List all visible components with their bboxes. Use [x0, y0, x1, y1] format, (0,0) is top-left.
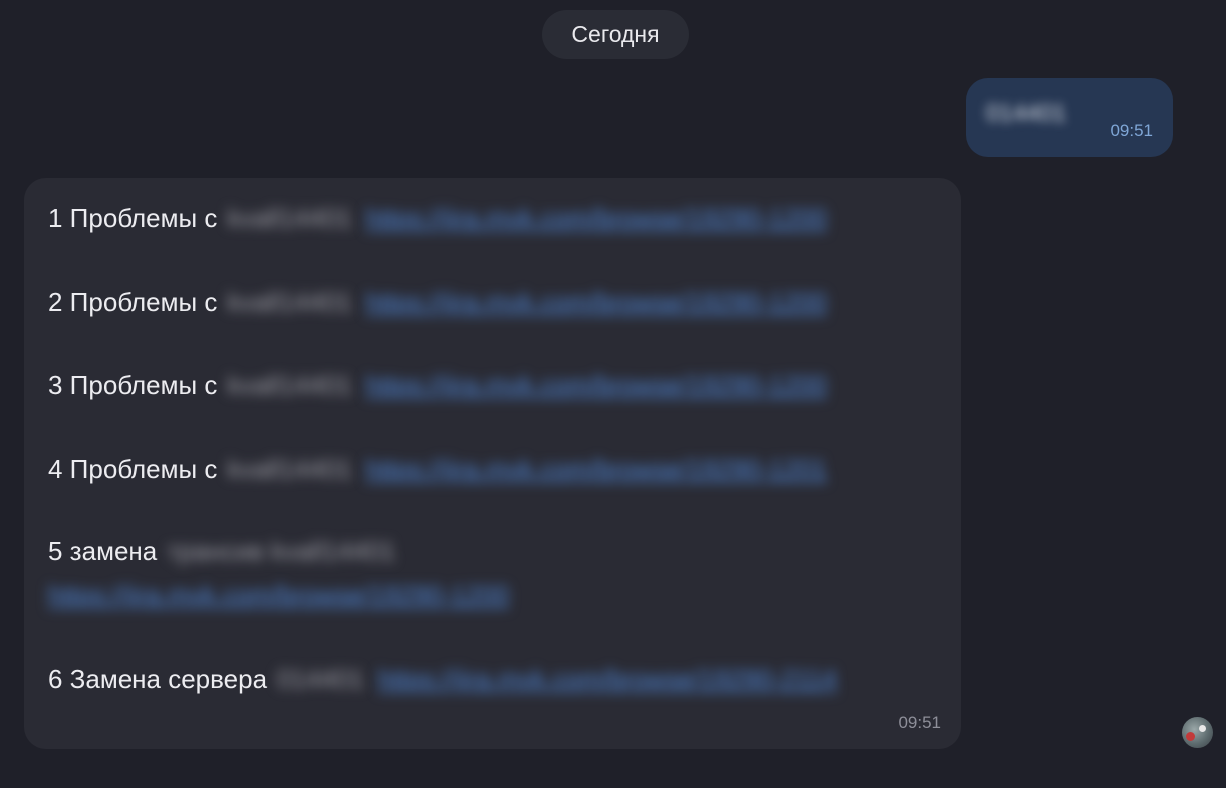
redacted-text: kvall14401 [227, 287, 352, 317]
incoming-message-time: 09:51 [898, 713, 941, 732]
message-line: 3 Проблемы с kvall14401 https://jira.mvk.c… [48, 369, 827, 401]
incoming-message-bubble[interactable]: 1 Проблемы с kvall14401 https://jira.mvk.c… [24, 178, 961, 749]
issue-link[interactable]: https://jira.mvk.com/browse/19290-1200 [366, 202, 827, 234]
message-line: 2 Проблемы с kvall14401 https://jira.mvk.c… [48, 286, 827, 318]
issue-link[interactable]: https://jira.mvk.com/browse/19290-1201 [366, 453, 827, 485]
chat-view: Сегодня 014401 09:51 1 Проблемы с kvall14… [0, 0, 1226, 788]
issue-link[interactable]: https://jira.mvk.com/browse/19290-2114 [378, 663, 837, 695]
issue-link[interactable]: https://jira.mvk.com/browse/19290-1200 [48, 579, 509, 611]
outgoing-message-bubble[interactable]: 014401 09:51 [966, 78, 1173, 157]
message-line-wrap: https://jira.mvk.com/browse/19290-1200 [48, 579, 509, 611]
avatar-detail [1186, 732, 1195, 741]
line-prefix: 3 Проблемы с [48, 370, 218, 400]
issue-link[interactable]: https://jira.mvk.com/browse/19290-1200 [366, 369, 827, 401]
issue-link[interactable]: https://jira.mvk.com/browse/19290-1200 [366, 286, 827, 318]
redacted-text: kvall14401 [227, 370, 352, 400]
line-prefix: 2 Проблемы с [48, 287, 218, 317]
line-prefix: 1 Проблемы с [48, 203, 218, 233]
redacted-text: kvall14401 [227, 454, 352, 484]
date-separator: Сегодня [542, 10, 689, 59]
message-line: 1 Проблемы с kvall14401 https://jira.mvk.c… [48, 202, 827, 234]
line-prefix: 4 Проблемы с [48, 454, 218, 484]
redacted-text: kvall14401 [227, 203, 352, 233]
outgoing-message-time: 09:51 [1110, 121, 1153, 140]
message-line: 5 замена трансив kvall14401 [48, 535, 395, 567]
user-avatar-icon[interactable] [1182, 717, 1213, 748]
redacted-text: трансив kvall14401 [167, 536, 396, 566]
message-line: 4 Проблемы с kvall14401 https://jira.mvk.c… [48, 453, 827, 485]
line-prefix: 5 замена [48, 536, 158, 566]
redacted-text: 014401 [277, 664, 364, 694]
message-line: 6 Замена сервера 014401 https://jira.mvk.c… [48, 663, 837, 695]
avatar-detail [1199, 725, 1206, 732]
line-prefix: 6 Замена сервера [48, 664, 268, 694]
outgoing-message-text: 014401 [986, 100, 1067, 127]
